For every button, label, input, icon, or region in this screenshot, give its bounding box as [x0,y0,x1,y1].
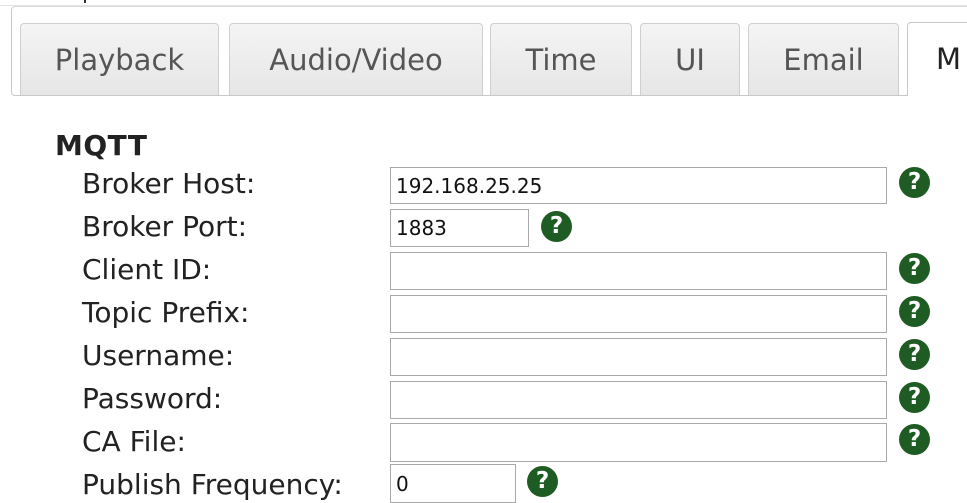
client-id-input[interactable] [390,252,887,290]
cropped-text-fragment [84,0,86,3]
broker-port-help-icon[interactable]: ? [541,211,572,242]
topic-prefix-label: Topic Prefix: [82,296,250,329]
username-label: Username: [82,339,235,372]
password-help-icon[interactable]: ? [899,382,930,413]
tab-time[interactable]: Time [490,23,632,95]
tab-email[interactable]: Email [748,23,899,95]
tab-audio-video[interactable]: Audio/Video [229,23,483,95]
password-label: Password: [82,382,223,415]
tab-mqtt[interactable]: M [907,22,967,96]
client-id-help-icon[interactable]: ? [899,253,930,284]
broker-host-input[interactable] [390,167,887,204]
ca-file-input[interactable] [390,423,887,462]
ca-file-label: CA File: [82,425,186,458]
topic-prefix-input[interactable] [390,295,887,333]
publish-frequency-help-icon[interactable]: ? [527,466,558,497]
section-title: MQTT [55,129,148,162]
topic-prefix-help-icon[interactable]: ? [899,296,930,327]
client-id-label: Client ID: [82,253,212,286]
settings-page: Playback Audio/Video Time UI Email M MQT… [0,0,967,503]
publish-frequency-label: Publish Frequency: [82,468,343,501]
username-help-icon[interactable]: ? [899,339,930,370]
ca-file-help-icon[interactable]: ? [899,424,930,455]
tab-ui[interactable]: UI [640,23,740,95]
broker-host-help-icon[interactable]: ? [899,167,930,198]
broker-port-label: Broker Port: [82,210,248,243]
broker-port-input[interactable] [390,209,529,247]
password-input[interactable] [390,381,887,419]
broker-host-label: Broker Host: [82,167,256,200]
username-input[interactable] [390,338,887,376]
tab-playback[interactable]: Playback [20,23,219,95]
publish-frequency-input[interactable] [390,464,516,503]
settings-tab-bar: Playback Audio/Video Time UI Email M [0,6,967,97]
